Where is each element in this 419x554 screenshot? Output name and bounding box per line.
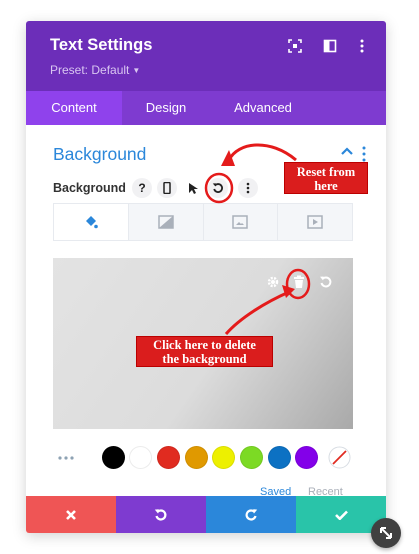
- background-color-tab[interactable]: [54, 204, 129, 240]
- more-vertical-icon[interactable]: [355, 39, 369, 53]
- trash-icon[interactable]: [292, 275, 306, 289]
- settings-modal: Text Settings Preset: Default ▼ Content D…: [26, 21, 386, 533]
- check-icon: [334, 510, 348, 520]
- more-horizontal-icon[interactable]: [56, 451, 76, 465]
- more-vertical-icon[interactable]: [238, 178, 258, 198]
- tab-content[interactable]: Content: [26, 91, 122, 125]
- swatch-yellow[interactable]: [212, 446, 235, 469]
- swatch-green[interactable]: [240, 446, 263, 469]
- delete-callout-line1: Click here to delete: [153, 338, 256, 352]
- settings-gear-icon[interactable]: [266, 275, 280, 289]
- responsive-phone-icon[interactable]: [157, 178, 177, 198]
- stage: Text Settings Preset: Default ▼ Content D…: [0, 0, 419, 554]
- no-color-icon[interactable]: [328, 446, 351, 469]
- reset-icon[interactable]: [208, 178, 228, 198]
- delete-callout: Click here to delete the background: [136, 336, 273, 367]
- sidebar-toggle-icon[interactable]: [323, 39, 337, 53]
- redo-icon: [245, 508, 258, 520]
- swatch-white[interactable]: [129, 446, 152, 469]
- help-icon[interactable]: ?: [132, 178, 152, 198]
- background-image-tab[interactable]: [203, 204, 279, 240]
- hover-cursor-icon[interactable]: [183, 178, 203, 198]
- chevron-up-icon[interactable]: [340, 145, 354, 157]
- modal-header: Text Settings Preset: Default ▼: [26, 21, 386, 91]
- focus-icon[interactable]: [288, 39, 302, 53]
- preset-selector[interactable]: Preset: Default ▼: [50, 63, 140, 77]
- background-video-tab[interactable]: [278, 204, 352, 240]
- tab-bar: Content Design Advanced: [26, 91, 386, 125]
- swatch-orange[interactable]: [185, 446, 208, 469]
- color-swatches: [56, 446, 356, 470]
- reset-icon[interactable]: [319, 275, 333, 289]
- background-gradient-tab[interactable]: [128, 204, 204, 240]
- reset-callout-line2: here: [314, 179, 338, 193]
- preset-label: Preset: Default: [50, 63, 130, 77]
- swatch-red[interactable]: [157, 446, 180, 469]
- modal-footer: [26, 496, 386, 533]
- gradient-icon: [157, 215, 174, 229]
- tab-design[interactable]: Design: [122, 91, 210, 125]
- section-title[interactable]: Background: [53, 144, 146, 165]
- resize-handle[interactable]: [371, 518, 401, 548]
- resize-icon: [380, 527, 392, 539]
- close-icon: [66, 509, 76, 520]
- redo-button[interactable]: [206, 496, 296, 533]
- swatch-blue[interactable]: [268, 446, 291, 469]
- reset-callout: Reset from here: [284, 162, 368, 194]
- reset-callout-line1: Reset from: [296, 165, 356, 179]
- paint-bucket-icon: [85, 216, 98, 229]
- background-type-tabs: [53, 203, 353, 241]
- undo-button[interactable]: [116, 496, 206, 533]
- field-label: Background: [53, 181, 126, 195]
- swatch-purple[interactable]: [295, 446, 318, 469]
- cancel-button[interactable]: [26, 496, 116, 533]
- modal-title: Text Settings: [50, 36, 153, 54]
- image-icon: [232, 215, 249, 229]
- video-icon: [307, 215, 323, 229]
- swatch-black[interactable]: [102, 446, 125, 469]
- chevron-down-icon: ▼: [132, 66, 141, 75]
- tab-advanced[interactable]: Advanced: [210, 91, 316, 125]
- delete-callout-line2: the background: [162, 352, 247, 366]
- section-more-icon[interactable]: [361, 146, 367, 162]
- undo-icon: [154, 508, 167, 520]
